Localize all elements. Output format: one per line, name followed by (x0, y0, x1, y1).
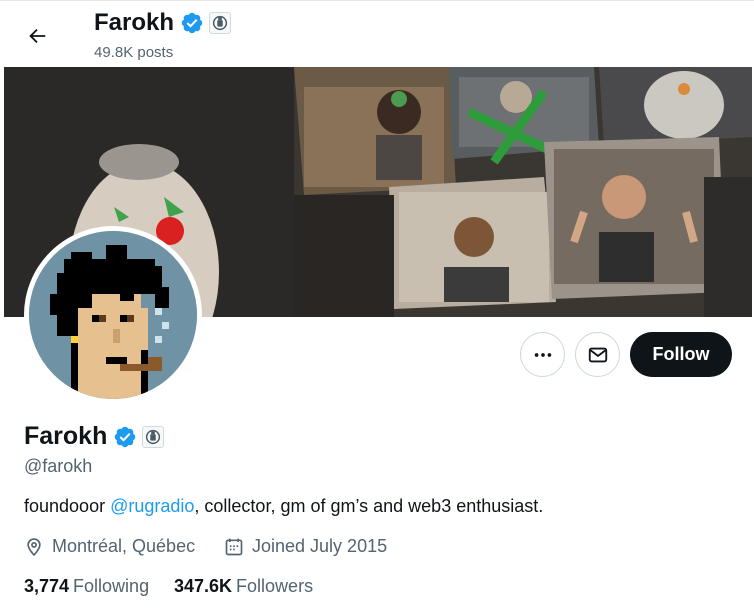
avatar-image (29, 231, 197, 399)
verified-badge-icon[interactable] (113, 425, 137, 449)
back-button[interactable] (20, 19, 54, 53)
affiliate-badge-icon (209, 12, 232, 34)
more-button[interactable] (520, 332, 565, 377)
top-bar: Farokh 49.8K posts (0, 0, 754, 67)
follow-button[interactable]: Follow (630, 332, 732, 377)
followers-link[interactable]: 347.6K Followers (174, 576, 313, 597)
calendar-icon (225, 538, 243, 555)
envelope-icon (588, 347, 607, 362)
display-name: Farokh (24, 422, 108, 450)
profile-handle: @farokh (24, 456, 93, 476)
profile-location: Montréal, Québec (24, 536, 195, 557)
bio-suffix: , collector, gm of gm’s and web3 enthusi… (194, 496, 544, 516)
bio-prefix: foundooor (24, 496, 111, 516)
bio-mention-link[interactable]: @rugradio (110, 496, 194, 516)
header-name: Farokh (94, 9, 175, 36)
following-count: 3,774 (24, 576, 70, 596)
arrow-left-icon (29, 28, 46, 44)
affiliate-badge-icon[interactable] (142, 425, 165, 448)
profile-name: Farokh (24, 422, 165, 451)
profile-bio: foundooor @rugradio, collector, gm of gm… (24, 496, 543, 517)
following-label: Following (73, 576, 150, 596)
header-title: Farokh (94, 9, 232, 37)
followers-label: Followers (236, 576, 314, 596)
location-text: Montréal, Québec (52, 536, 196, 556)
profile-joined: Joined July 2015 (224, 536, 387, 557)
posts-count: 49.8K posts (94, 44, 174, 61)
more-icon (534, 352, 551, 357)
avatar[interactable] (24, 226, 202, 404)
location-pin-icon (27, 537, 41, 556)
following-link[interactable]: 3,774 Following (24, 576, 149, 597)
punk-avatar-image (29, 231, 197, 399)
joined-text: Joined July 2015 (252, 536, 388, 556)
message-button[interactable] (575, 332, 620, 377)
verified-badge-icon (181, 12, 203, 34)
followers-count: 347.6K (174, 576, 233, 596)
